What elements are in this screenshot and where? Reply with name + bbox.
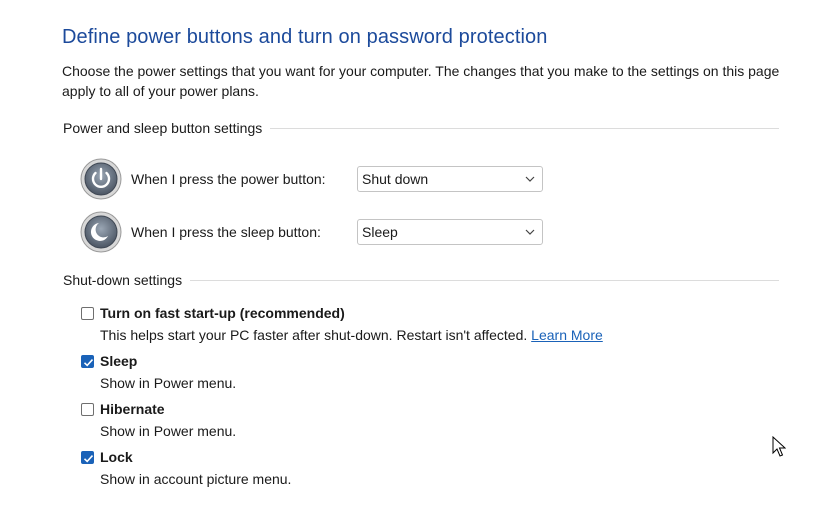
hibernate-label[interactable]: Hibernate xyxy=(100,401,165,417)
checkmark-icon xyxy=(83,454,94,463)
power-button-value: Shut down xyxy=(362,171,429,187)
fast-startup-desc-text: This helps start your PC faster after sh… xyxy=(100,327,528,343)
lock-label[interactable]: Lock xyxy=(100,449,133,465)
sleep-button-row: When I press the sleep button: xyxy=(80,211,357,253)
mouse-cursor-icon xyxy=(772,436,786,457)
sleep-button-select[interactable]: Sleep xyxy=(357,219,543,245)
fast-startup-description: This helps start your PC faster after sh… xyxy=(100,327,603,343)
divider xyxy=(190,279,779,281)
hibernate-checkbox[interactable] xyxy=(81,402,94,416)
power-button-row: When I press the power button: xyxy=(80,158,357,200)
page-title: Define power buttons and turn on passwor… xyxy=(62,26,548,48)
fast-startup-option[interactable]: Turn on fast start-up (recommended) xyxy=(81,304,345,322)
divider xyxy=(270,127,779,129)
chevron-down-icon xyxy=(525,229,535,235)
sleep-option[interactable]: Sleep xyxy=(81,352,137,370)
hibernate-option[interactable]: Hibernate xyxy=(81,400,165,418)
fast-startup-label[interactable]: Turn on fast start-up (recommended) xyxy=(100,305,345,321)
sleep-button-label: When I press the sleep button: xyxy=(131,224,321,240)
sleep-icon xyxy=(80,211,122,253)
lock-description: Show in account picture menu. xyxy=(100,471,292,487)
power-button-label: When I press the power button: xyxy=(131,171,326,187)
shutdown-header-label: Shut-down settings xyxy=(63,272,183,288)
hibernate-description: Show in Power menu. xyxy=(100,423,237,439)
power-sleep-header-label: Power and sleep button settings xyxy=(63,120,263,136)
learn-more-link[interactable]: Learn More xyxy=(531,327,603,343)
sleep-description: Show in Power menu. xyxy=(100,375,237,391)
sleep-checkbox[interactable] xyxy=(81,354,94,368)
chevron-down-icon xyxy=(525,176,535,182)
shutdown-group-header: Shut-down settings xyxy=(63,271,779,289)
power-icon xyxy=(80,158,122,200)
power-sleep-group-header: Power and sleep button settings xyxy=(63,119,779,137)
fast-startup-checkbox[interactable] xyxy=(81,306,94,320)
sleep-label[interactable]: Sleep xyxy=(100,353,137,369)
power-button-select[interactable]: Shut down xyxy=(357,166,543,192)
page-description: Choose the power settings that you want … xyxy=(62,63,780,99)
lock-option[interactable]: Lock xyxy=(81,448,133,466)
sleep-button-value: Sleep xyxy=(362,224,398,240)
checkmark-icon xyxy=(83,358,94,367)
lock-checkbox[interactable] xyxy=(81,450,94,464)
